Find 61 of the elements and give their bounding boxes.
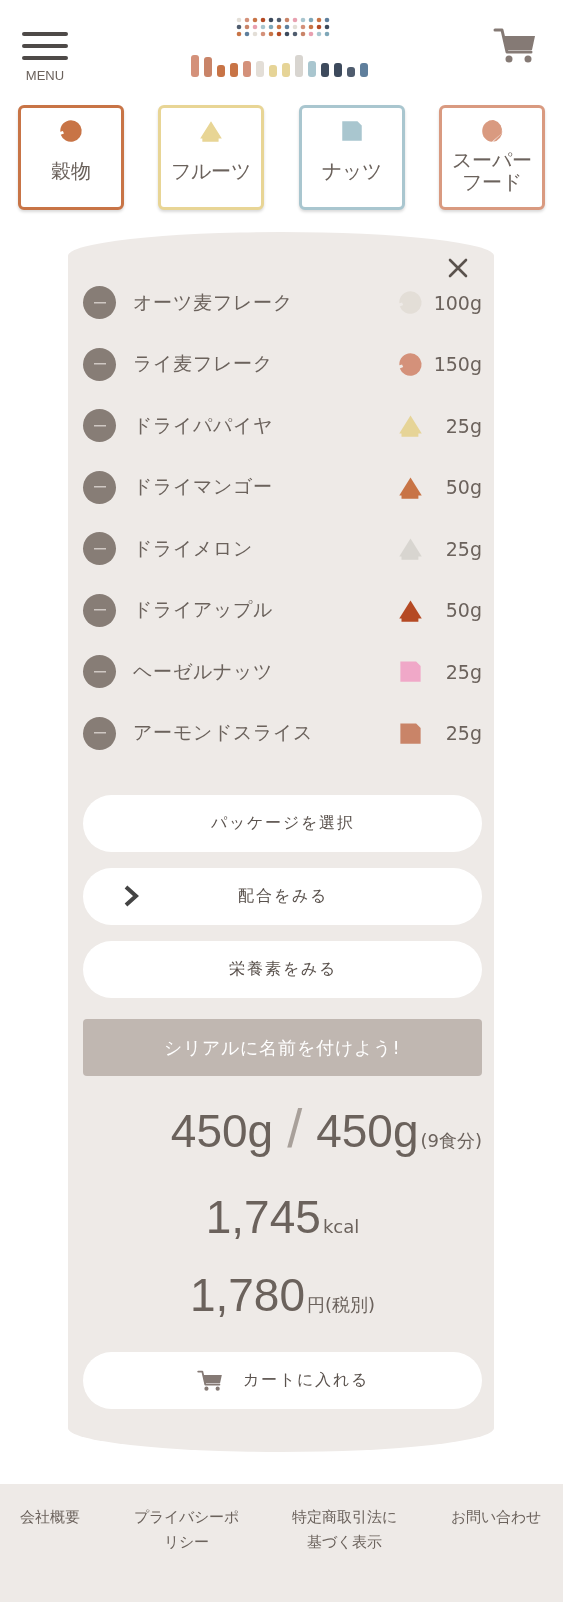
action-button[interactable]: 配合をみる	[83, 868, 482, 925]
remove-button[interactable]	[83, 409, 116, 443]
ingredient-name: ドライアップル	[133, 597, 274, 623]
remove-button[interactable]	[83, 286, 116, 320]
capacity-value: 450g	[316, 1104, 419, 1159]
ingredient-name: ドライパパイヤ	[133, 412, 274, 438]
close-button[interactable]	[448, 258, 468, 278]
ingredient-name: ライ麦フレーク	[133, 351, 274, 377]
minus-icon	[93, 363, 106, 366]
ingredient-amount: 25g	[444, 537, 482, 560]
slash-separator: /	[287, 1098, 303, 1158]
ingredient-amount: 100g	[432, 291, 482, 314]
category-tab[interactable]: 穀物	[18, 105, 124, 210]
minus-icon	[93, 670, 106, 673]
servings-text: (9食分)	[420, 1129, 482, 1153]
ingredient-amount: 25g	[444, 722, 482, 745]
calories-unit: kcal	[322, 1215, 360, 1239]
action-button[interactable]: 栄養素をみる	[83, 941, 482, 998]
action-button[interactable]: パッケージを選択	[83, 795, 482, 852]
footer-link[interactable]: プライバシーポリシー	[133, 1505, 239, 1555]
price-unit: 円(税別)	[307, 1293, 376, 1317]
remove-button[interactable]	[83, 532, 116, 566]
ingredient-amount: 25g	[444, 414, 482, 437]
category-tab[interactable]: スーパーフード	[439, 105, 545, 210]
close-icon	[448, 258, 468, 278]
calories-value: 1,745	[205, 1190, 321, 1245]
add-to-cart-button[interactable]: カートに入れる	[83, 1352, 482, 1409]
chevron-icon	[123, 884, 139, 908]
minus-icon	[93, 547, 106, 550]
minus-icon	[93, 301, 106, 304]
category-tab[interactable]: フルーツ	[158, 105, 265, 210]
menu-button[interactable]: MENU	[22, 32, 68, 83]
footer-link[interactable]: お問い合わせ	[450, 1505, 541, 1530]
remove-button[interactable]	[83, 716, 116, 750]
ingredient-amount: 150g	[432, 353, 482, 376]
ingredient-name: ドライメロン	[133, 535, 254, 561]
cart-icon	[196, 1368, 223, 1393]
remove-button[interactable]	[83, 655, 116, 689]
minus-icon	[93, 609, 106, 612]
ingredient-amount: 25g	[444, 660, 482, 683]
minus-icon	[93, 732, 106, 735]
category-icon	[58, 118, 84, 144]
remove-button[interactable]	[83, 470, 116, 504]
minus-icon	[93, 424, 106, 427]
category-icon	[479, 118, 505, 144]
ingredient-name: ドライマンゴー	[133, 474, 274, 500]
menu-icon	[22, 32, 68, 60]
footer-link[interactable]: 特定商取引法に基づく表示	[292, 1505, 398, 1555]
ingredient-name: オーツ麦フレーク	[133, 289, 294, 315]
ingredient-name: アーモンドスライス	[133, 720, 314, 746]
category-tab[interactable]: ナッツ	[298, 105, 405, 210]
weight-value: 450g	[170, 1104, 274, 1159]
ingredient-name: ヘーゼルナッツ	[133, 658, 274, 684]
footer-link[interactable]: 会社概要	[20, 1505, 80, 1530]
minus-icon	[93, 486, 106, 489]
remove-button[interactable]	[83, 593, 116, 627]
ingredient-amount: 50g	[444, 476, 482, 499]
ingredient-amount: 50g	[444, 599, 482, 622]
logo-drawing[interactable]	[190, 17, 371, 77]
remove-button[interactable]	[83, 347, 116, 381]
price-value: 1,780	[189, 1268, 306, 1323]
